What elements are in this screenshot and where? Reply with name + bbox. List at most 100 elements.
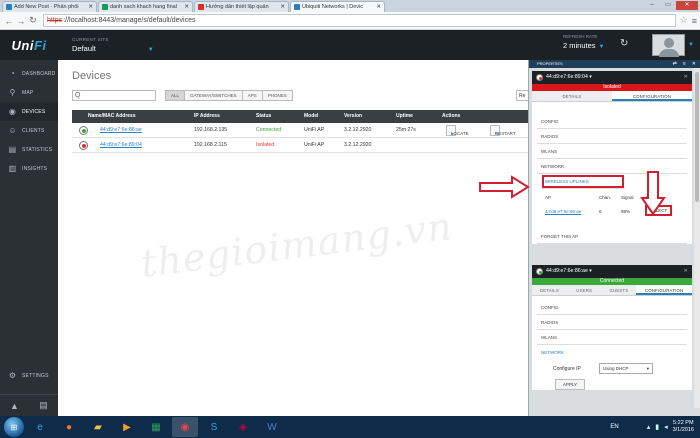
close-tab-icon[interactable]: ✕ bbox=[280, 4, 285, 10]
word-icon[interactable]: W bbox=[259, 417, 285, 437]
locate-button[interactable]: ⌖ LOCATE bbox=[446, 125, 469, 136]
clock[interactable]: 5:22 PM 3/1/2016 bbox=[673, 420, 694, 434]
sidebar-item-insights[interactable]: ▥ INSIGHTS bbox=[0, 159, 58, 178]
restart-button[interactable]: ↻ RESTART bbox=[490, 125, 516, 136]
folder-icon[interactable]: ▰ bbox=[85, 417, 111, 437]
section-config[interactable]: CONFIG bbox=[537, 114, 687, 129]
sheets-icon bbox=[102, 4, 108, 10]
tab-guests[interactable]: GUESTS bbox=[602, 285, 637, 295]
configure-ip-select[interactable]: Using DHCP ▾ bbox=[599, 363, 653, 374]
sidebar: ◔ DASHBOARD ⚲ MAP ◉ DEVICES ☺ CLIENTS ▤ STATI… bbox=[0, 60, 58, 416]
firefox-icon[interactable]: ● bbox=[56, 417, 82, 437]
table-row[interactable]: 44:d9:e7:6e:86:ae 192.168.2.135 Connecte… bbox=[72, 123, 528, 138]
reload-icon[interactable]: ↻ bbox=[27, 15, 39, 26]
search-input[interactable]: Q bbox=[72, 90, 156, 101]
bookmark-star-icon[interactable]: ☆ bbox=[680, 15, 688, 26]
forget-ap-link[interactable]: FORGET THIS AP bbox=[537, 229, 687, 244]
close-icon[interactable]: ✕ bbox=[684, 71, 688, 84]
chat-icon[interactable]: ▤ bbox=[29, 394, 58, 416]
browser-menu-icon[interactable]: ≡ bbox=[692, 16, 697, 26]
browser-tab[interactable]: danh sach khach hang final ✕ bbox=[98, 1, 193, 12]
map-pin-icon: ⚲ bbox=[9, 88, 16, 97]
chevron-down-icon: ▾ bbox=[589, 268, 592, 274]
system-tray: EN ▴ ▮ ◂ 5:22 PM 3/1/2016 bbox=[610, 416, 694, 438]
device-card-connected: 44:d9:e7:6e:86:ae ▾ ✕ Connected DETAILS … bbox=[532, 265, 692, 390]
chevron-down-icon: ▼ bbox=[598, 44, 605, 50]
close-tab-icon[interactable]: ✕ bbox=[184, 4, 189, 10]
devices-table: Name/MAC Address IP Address Status Model… bbox=[72, 110, 528, 153]
clients-icon: ☺ bbox=[8, 126, 17, 135]
browser-tab[interactable]: Hướng dẫn thiết lập quản ✕ bbox=[194, 1, 289, 12]
avatar[interactable] bbox=[652, 34, 685, 57]
back-icon[interactable]: ← bbox=[3, 16, 15, 26]
alert-icon[interactable]: ▲ bbox=[0, 394, 29, 416]
chrome-icon[interactable]: ◉ bbox=[172, 417, 198, 437]
forward-icon[interactable]: → bbox=[15, 16, 27, 26]
section-radios[interactable]: RADIOS bbox=[537, 315, 687, 330]
start-icon[interactable]: ⊞ bbox=[4, 417, 24, 437]
doc-icon bbox=[198, 4, 204, 10]
gear-icon: ⚙ bbox=[8, 371, 17, 380]
dashboard-icon: ◔ bbox=[9, 69, 16, 78]
ie-icon[interactable]: e bbox=[27, 417, 53, 437]
browser-tab-active[interactable]: Ubiquiti Networks | Devic ✕ bbox=[290, 1, 385, 12]
close-window-icon[interactable]: ✕ bbox=[676, 1, 698, 10]
maximize-icon[interactable]: ▭ bbox=[660, 1, 676, 10]
sidebar-item-settings[interactable]: ⚙ SETTINGS bbox=[0, 366, 58, 385]
url-input[interactable]: https://localhost:8443/manage/s/default/… bbox=[43, 14, 676, 27]
media-player-icon[interactable]: ▶ bbox=[114, 417, 140, 437]
sidebar-item-clients[interactable]: ☺ CLIENTS bbox=[0, 121, 58, 140]
app-icon[interactable]: ◈ bbox=[230, 417, 256, 437]
window-controls: – ▭ ✕ bbox=[644, 1, 698, 10]
refresh-rate-selector[interactable]: REFRESH RATE 2 minutes ▼ bbox=[563, 34, 604, 50]
section-wlans[interactable]: WLANS bbox=[537, 144, 687, 159]
filter-all[interactable]: ALL bbox=[165, 90, 186, 101]
sidebar-item-dashboard[interactable]: ◔ DASHBOARD bbox=[0, 64, 58, 83]
skype-icon[interactable]: S bbox=[201, 417, 227, 437]
section-radios[interactable]: RADIOS bbox=[537, 129, 687, 144]
volume-icon[interactable]: ◂ bbox=[664, 423, 668, 431]
refresh-icon[interactable]: ↻ bbox=[620, 38, 628, 49]
chevron-down-icon[interactable]: ▼ bbox=[688, 42, 694, 48]
excel-icon[interactable]: ▦ bbox=[143, 417, 169, 437]
tray-arrow-icon[interactable]: ▴ bbox=[647, 423, 651, 431]
panel-scrollbar[interactable] bbox=[694, 68, 700, 408]
windows-taskbar: ⊞ e ● ▰ ▶ ▦ ◉ S ◈ W EN ▴ ▮ ◂ 5:22 PM 3/1… bbox=[0, 416, 700, 438]
device-header[interactable]: 44:d9:e7:6e:86:ae ▾ ✕ bbox=[532, 265, 692, 278]
filter-gateway-switches[interactable]: GATEWAY/SWITCHES bbox=[185, 90, 243, 101]
close-icon[interactable]: ✕ bbox=[692, 60, 696, 68]
tab-configuration[interactable]: CONFIGURATION bbox=[636, 285, 692, 295]
collapse-icon[interactable]: ⇄ bbox=[673, 60, 677, 68]
tab-details[interactable]: DETAILS bbox=[532, 285, 567, 295]
status-dot bbox=[536, 74, 543, 81]
sidebar-item-map[interactable]: ⚲ MAP bbox=[0, 83, 58, 102]
table-row[interactable]: 44:d9:e7:6e:89:04 192.168.2.115 Isolated… bbox=[72, 138, 528, 153]
filter-phones[interactable]: PHONES bbox=[262, 90, 293, 101]
sidebar-item-statistics[interactable]: ▤ STATISTICS bbox=[0, 140, 58, 159]
wordpress-icon bbox=[6, 4, 12, 10]
tab-details[interactable]: DETAILS bbox=[532, 91, 612, 101]
minimize-icon[interactable]: – bbox=[644, 1, 660, 10]
section-wlans[interactable]: WLANS bbox=[537, 330, 687, 345]
close-tab-icon[interactable]: ✕ bbox=[376, 4, 381, 10]
chevron-down-icon: ▼ bbox=[147, 47, 154, 53]
tab-configuration[interactable]: CONFIGURATION bbox=[612, 91, 692, 101]
sidebar-item-devices[interactable]: ◉ DEVICES bbox=[0, 102, 58, 121]
filter-aps[interactable]: APS bbox=[242, 90, 263, 101]
tab-users[interactable]: USERS bbox=[567, 285, 602, 295]
device-header[interactable]: 44:d9:e7:6e:89:04 ▾ ✕ bbox=[532, 71, 692, 84]
close-tab-icon[interactable]: ✕ bbox=[88, 4, 93, 10]
statistics-icon: ▤ bbox=[8, 145, 17, 154]
device-card-isolated: 44:d9:e7:6e:89:04 ▾ ✕ Isolated DETAILS C… bbox=[532, 71, 692, 244]
section-wireless-uplinks[interactable]: WIRELESS UPLINKS bbox=[541, 174, 625, 189]
network-icon[interactable]: ▮ bbox=[655, 423, 659, 431]
section-config[interactable]: CONFIG bbox=[537, 300, 687, 315]
browser-tab[interactable]: Add New Post · Phân phối ✕ bbox=[2, 1, 97, 12]
site-selector[interactable]: CURRENT SITE Default ▼ bbox=[72, 37, 154, 53]
unifi-logo: Uni Fi bbox=[11, 37, 47, 53]
close-icon[interactable]: ✕ bbox=[684, 265, 688, 278]
list-icon[interactable]: ≡ bbox=[683, 60, 686, 68]
apply-button[interactable]: APPLY bbox=[555, 379, 585, 390]
language-indicator[interactable]: EN bbox=[610, 424, 618, 430]
section-network[interactable]: NETWORK bbox=[537, 345, 687, 360]
